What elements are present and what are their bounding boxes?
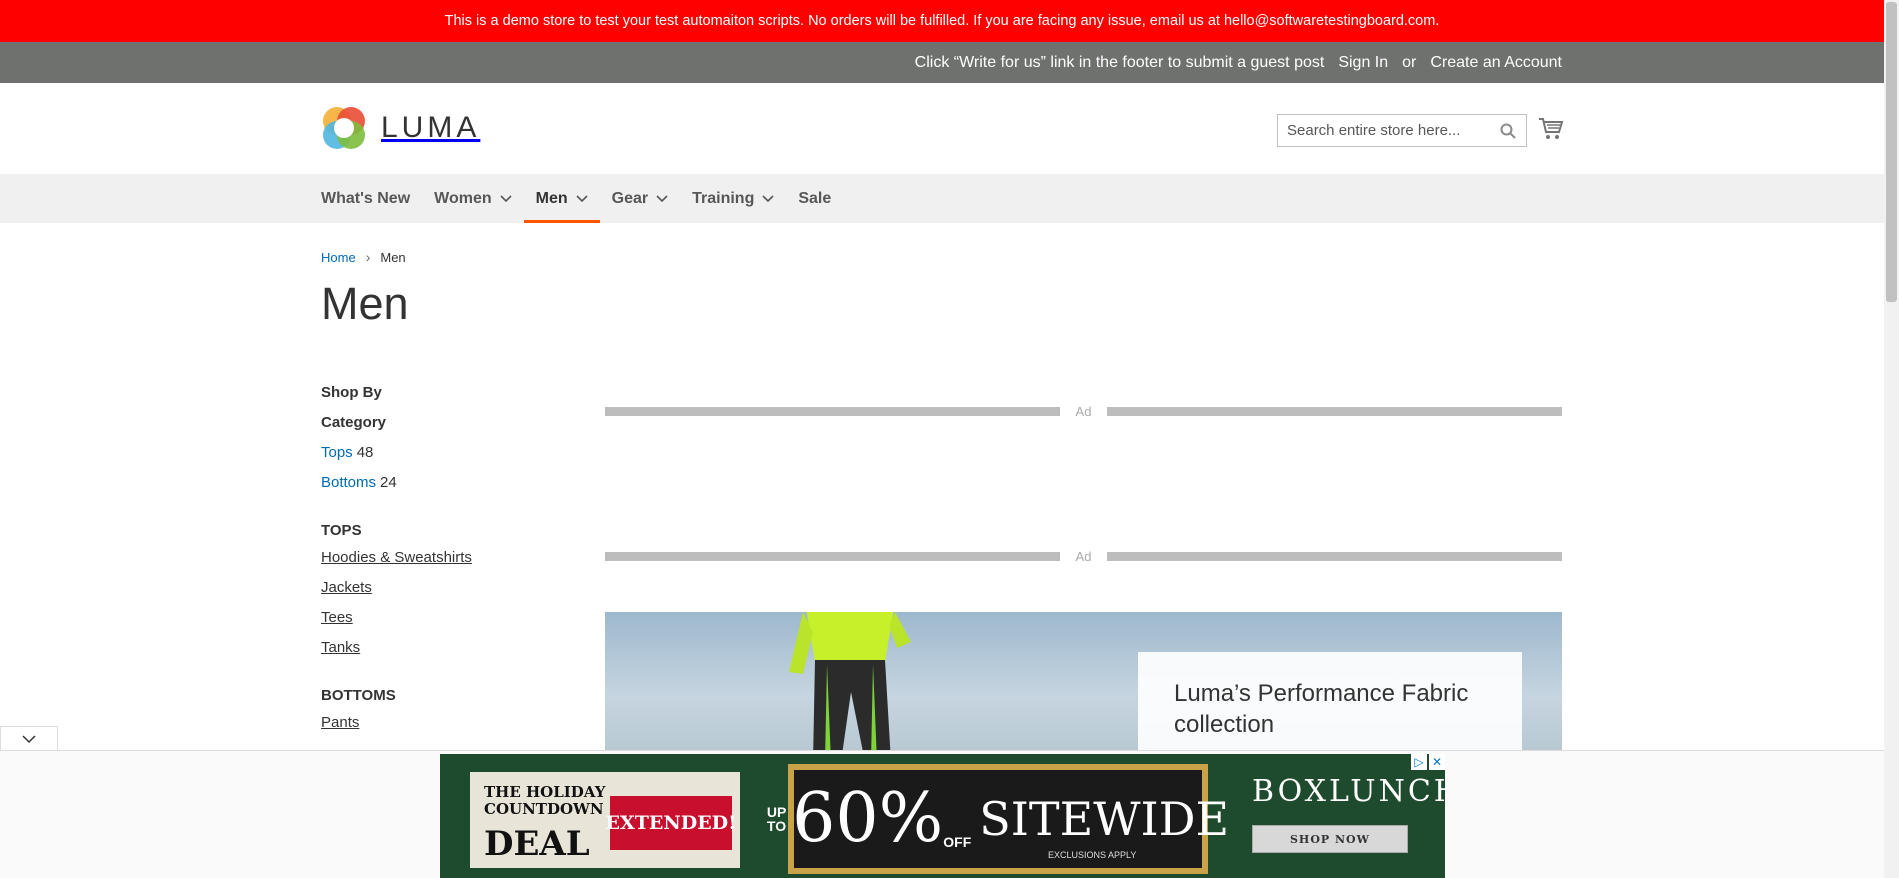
guest-post-notice: Click “Write for us” link in the footer … [914, 53, 1325, 71]
shop-by-heading: Shop By [321, 384, 382, 401]
ad-upto: UP TO [766, 804, 787, 834]
runner-image [789, 612, 911, 752]
ad-placeholder: Ad [605, 548, 1562, 564]
panel-links: Click “Write for us” link in the footer … [915, 42, 1562, 83]
category-link-jackets[interactable]: Jackets [321, 572, 541, 602]
or-text: or [1402, 53, 1417, 71]
ad-off: OFF [943, 834, 972, 850]
filter-link-bottoms[interactable]: Bottoms [321, 474, 376, 491]
ad-sale-box: UP TO 60% OFF SITEWIDE EXCLUSIONS APPLY [767, 764, 1229, 874]
nav-item-what-s-new[interactable]: What's New [321, 174, 422, 223]
nav-item-label: Gear [611, 189, 649, 207]
nav-item-label: Women [434, 189, 492, 207]
filter-count: 48 [356, 443, 374, 461]
category-link-hoodies[interactable]: Hoodies & Sweatshirts [321, 542, 541, 572]
chevron-down-icon [656, 194, 668, 202]
ad-percent: 60% [792, 779, 944, 858]
close-icon[interactable]: ✕ [1429, 754, 1445, 770]
nav-item-label: Sale [798, 189, 832, 207]
ad-collapse-tab[interactable] [0, 726, 58, 752]
breadcrumb: Home › Men [321, 249, 406, 265]
cart-icon[interactable] [1538, 117, 1564, 141]
category-link-tees[interactable]: Tees [321, 602, 541, 632]
nav-item-gear[interactable]: Gear [600, 174, 680, 223]
ad-label: Ad [1075, 403, 1092, 419]
nav-item-label: Men [535, 189, 568, 207]
ad-line2: COUNTDOWN [484, 800, 604, 818]
ad-divider [1107, 551, 1562, 561]
site-header: LUMA [0, 83, 1884, 174]
panel-header: Click “Write for us” link in the footer … [0, 42, 1884, 83]
bottom-ad-banner[interactable]: THE HOLIDAY COUNTDOWN DEAL EXTENDED! UP … [440, 754, 1445, 878]
chevron-down-icon [576, 194, 588, 202]
ad-brand-block: BOXLUNCH SHOP NOW [1252, 774, 1445, 853]
sidebar: Shop By Category Tops 48 Bottoms 24 TOPS… [321, 384, 541, 737]
adchoices-icon[interactable]: ▷ [1411, 754, 1427, 770]
hero-title: Luma’s Performance Fabric collection [1174, 680, 1469, 738]
page-title: Men [321, 278, 409, 329]
ad-brand: BOXLUNCH [1252, 774, 1445, 809]
nav-item-men[interactable]: Men [523, 174, 600, 223]
ad-exclusions: EXCLUSIONS APPLY [1048, 850, 1137, 860]
breadcrumb-separator-icon: › [365, 249, 371, 265]
filter-item-tops: Tops 48 [321, 437, 541, 467]
ad-extended-badge: EXTENDED! [606, 796, 737, 850]
ad-placeholder: Ad [605, 403, 1562, 419]
create-account-link[interactable]: Create an Account [1430, 54, 1562, 72]
ad-holiday-deal: THE HOLIDAY COUNTDOWN DEAL EXTENDED! [470, 772, 740, 868]
nav-item-training[interactable]: Training [680, 174, 786, 223]
chevron-down-icon [762, 194, 774, 202]
category-group-tops: TOPS [321, 522, 362, 539]
ad-holiday-text: THE HOLIDAY COUNTDOWN [484, 784, 605, 818]
nav-items: What's New Women Men Gear Training Sale [321, 174, 843, 223]
ad-sitewide: SITEWIDE [979, 792, 1230, 846]
logo-text: LUMA [381, 111, 481, 144]
nav-item-women[interactable]: Women [422, 174, 523, 223]
filter-title: Category [321, 414, 387, 431]
filter-item-bottoms: Bottoms 24 [321, 467, 541, 497]
search-icon[interactable] [1499, 122, 1517, 140]
search-input[interactable] [1287, 122, 1499, 139]
ad-shop-now-button[interactable]: SHOP NOW [1252, 825, 1408, 853]
ad-controls: ▷ ✕ [1411, 754, 1445, 770]
chevron-down-icon [22, 735, 36, 744]
nav-item-label: What's New [321, 189, 411, 207]
ad-label: Ad [1075, 548, 1092, 564]
luma-logo[interactable]: LUMA [321, 105, 480, 151]
nav-item-sale[interactable]: Sale [786, 174, 843, 223]
breadcrumb-current: Men [380, 249, 406, 265]
ad-divider [605, 406, 1060, 416]
luma-logo-icon [323, 107, 365, 149]
ad-divider [1107, 406, 1562, 416]
hero-caption: Luma’s Performance Fabric collection [1138, 652, 1522, 752]
page-scrollbar[interactable] [1884, 0, 1899, 878]
chevron-down-icon [500, 194, 512, 202]
ad-deal-text: DEAL [484, 824, 590, 864]
main-navigation: What's New Women Men Gear Training Sale [0, 174, 1884, 223]
filter-link-tops[interactable]: Tops [321, 444, 353, 461]
breadcrumb-home[interactable]: Home [321, 250, 356, 265]
category-group-bottoms: BOTTOMS [321, 687, 396, 704]
category-link-pants[interactable]: Pants [321, 707, 541, 737]
ad-line1: THE HOLIDAY [484, 783, 606, 801]
sign-in-link[interactable]: Sign In [1338, 54, 1388, 72]
filter-count: 24 [380, 473, 397, 491]
search-box [1277, 114, 1527, 147]
demo-notice-bar: This is a demo store to test your test a… [0, 0, 1884, 42]
demo-notice-text: This is a demo store to test your test a… [444, 13, 1440, 29]
category-link-tanks[interactable]: Tanks [321, 632, 541, 662]
nav-item-label: Training [692, 189, 755, 207]
scrollbar-thumb[interactable] [1886, 2, 1897, 302]
hero-banner[interactable]: Luma’s Performance Fabric collection [605, 612, 1562, 752]
ad-divider [605, 551, 1060, 561]
